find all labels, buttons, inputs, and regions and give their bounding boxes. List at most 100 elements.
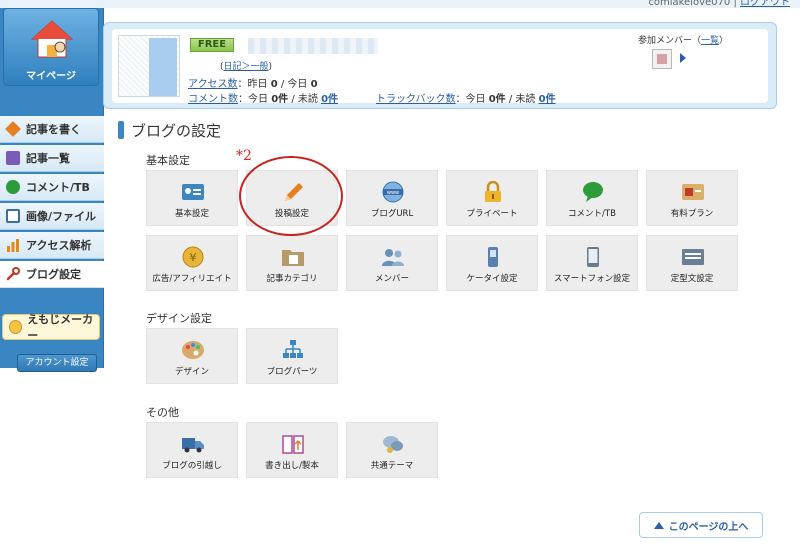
tile-label: メンバー: [374, 274, 409, 284]
tile-article-category[interactable]: 記事カテゴリ: [246, 235, 338, 291]
members-next-arrow-icon[interactable]: [680, 53, 686, 63]
tile-label: ケータイ設定: [466, 274, 518, 284]
access-count-link[interactable]: アクセス数: [188, 79, 238, 90]
members-title-prefix: 参加メンバー（: [638, 36, 702, 46]
emoji-icon: [9, 320, 23, 334]
sidebar-item-label: アクセス解析: [26, 239, 92, 252]
username: comiakelove070: [648, 0, 731, 8]
members-box: 参加メンバー（一覧）: [634, 31, 764, 77]
comment-today-value: 0件: [271, 94, 289, 105]
section-title-basic: 基本設定: [146, 154, 190, 167]
trackback-today-label: ：今日: [455, 94, 489, 105]
tile-export-bookmaking[interactable]: 書き出し/製本: [246, 422, 338, 478]
trackback-stats: トラックバック数：今日 0件 / 未読 0件: [376, 90, 556, 105]
sidebar-item-label: 記事を書く: [26, 123, 81, 136]
sidebar-item-label: 画像/ファイル: [26, 210, 97, 223]
trackback-unread-link[interactable]: 0件: [539, 94, 556, 105]
smartphone-icon: [587, 247, 599, 267]
plan-badge: FREE: [190, 38, 234, 52]
mobile-phone-icon: [488, 247, 498, 267]
back-to-top-button[interactable]: このページの上へ: [639, 512, 763, 538]
access-yesterday-value: 0: [270, 79, 278, 90]
palette-icon: [182, 341, 204, 359]
tile-members[interactable]: メンバー: [346, 235, 438, 291]
tile-ads-affiliate[interactable]: ¥ 広告/アフィリエイト: [146, 235, 238, 291]
bar-chart-icon: [7, 239, 19, 252]
access-stats: アクセス数：昨日 0 / 今日 0: [188, 75, 318, 90]
blog-name-blurred[interactable]: [248, 38, 378, 54]
sidebar-item-label: 記事一覧: [26, 152, 70, 165]
comment-stats: コメント数：今日 0件 / 未読 0件: [188, 90, 338, 105]
tile-label: 定型文設定: [670, 274, 714, 284]
access-today-label: / 今日: [277, 79, 311, 90]
tile-label: デザイン: [174, 367, 209, 377]
sidebar-item-label: ブログ設定: [26, 268, 81, 281]
article-list-icon: [6, 151, 20, 165]
top-links: comiakelove070 | ログアウト: [648, 0, 790, 8]
blog-info-inner: FREE (日記＞一般) アクセス数：昨日 0 / 今日 0 コメント数：今日 …: [112, 29, 768, 105]
tile-private[interactable]: プライベート: [446, 170, 538, 226]
tile-label: 広告/アフィリエイト: [152, 274, 232, 284]
tile-blog-parts[interactable]: ブログパーツ: [246, 328, 338, 384]
house-icon: [30, 20, 74, 58]
tile-common-theme[interactable]: 共通テーマ: [346, 422, 438, 478]
tile-smartphone-settings[interactable]: スマートフォン設定: [546, 235, 638, 291]
sidebar-item-articles[interactable]: 記事一覧: [0, 145, 104, 172]
tile-blog-moving[interactable]: ブログの引越し: [146, 422, 238, 478]
comment-today-label: ：今日: [238, 94, 272, 105]
tile-blog-url[interactable]: www ブログURL: [346, 170, 438, 226]
highlight-circle: [239, 156, 343, 236]
tile-label: ブログURL: [370, 209, 414, 219]
page-title: ブログの設定: [118, 120, 221, 140]
mypage-button[interactable]: マイページ: [3, 8, 99, 86]
category-link[interactable]: (日記＞一般): [220, 59, 272, 72]
tile-template-text[interactable]: 定型文設定: [646, 235, 738, 291]
tile-comment-tb[interactable]: コメント/TB: [546, 170, 638, 226]
sidebar-item-label: コメント/TB: [26, 181, 90, 194]
sidebar-item-images[interactable]: 画像/ファイル: [0, 203, 104, 230]
logout-link[interactable]: ログアウト: [740, 0, 790, 8]
comment-unread-link[interactable]: 0件: [321, 94, 338, 105]
id-card-icon: [182, 184, 204, 200]
sidebar-item-blog-settings[interactable]: ブログ設定: [0, 261, 104, 288]
tile-label: プライベート: [466, 209, 518, 219]
tile-basic-settings[interactable]: 基本設定: [146, 170, 238, 226]
www-globe-icon: www: [382, 181, 404, 203]
premium-card-icon: [682, 184, 704, 200]
image-file-icon: [6, 209, 20, 223]
comment-icon: [583, 182, 603, 202]
section-title-other: その他: [146, 406, 179, 419]
tile-paid-plan[interactable]: 有料プラン: [646, 170, 738, 226]
trackback-today-value: 0件: [488, 94, 506, 105]
access-today-value: 0: [310, 79, 318, 90]
tile-label: 書き出し/製本: [265, 461, 319, 471]
sidebar-item-access[interactable]: アクセス解析: [0, 232, 104, 259]
sidebar-item-write[interactable]: 記事を書く: [0, 116, 104, 143]
svg-text:¥: ¥: [190, 251, 197, 264]
annotation-label: *2: [236, 148, 252, 164]
pencil-icon: [5, 121, 21, 137]
members-icon: [382, 249, 404, 266]
comment-icon: [6, 180, 20, 194]
tile-label: ブログパーツ: [266, 367, 318, 377]
blog-thumbnail[interactable]: [118, 35, 180, 97]
mypage-label: マイページ: [26, 71, 76, 82]
trackback-count-link[interactable]: トラックバック数: [376, 94, 456, 105]
category-link-text: 日記＞一般: [223, 62, 269, 72]
tile-mobile-settings[interactable]: ケータイ設定: [446, 235, 538, 291]
wrench-icon: [6, 267, 20, 281]
blog-parts-icon: [283, 340, 303, 358]
comment-count-link[interactable]: コメント数: [188, 94, 238, 105]
back-to-top-label: このページの上へ: [668, 521, 749, 533]
template-text-icon: [682, 249, 704, 265]
tile-label: 記事カテゴリ: [266, 274, 318, 284]
members-list-link[interactable]: 一覧: [701, 36, 719, 46]
tile-label: スマートフォン設定: [553, 274, 631, 284]
sidebar-item-comments[interactable]: コメント/TB: [0, 174, 104, 201]
tile-label: コメント/TB: [568, 209, 616, 219]
account-settings-button[interactable]: アカウント設定: [17, 354, 97, 372]
emoji-maker-button[interactable]: えもじメーカー: [2, 313, 100, 342]
member-avatar[interactable]: [652, 49, 672, 69]
tile-label: 有料プラン: [670, 209, 714, 219]
tile-design[interactable]: デザイン: [146, 328, 238, 384]
